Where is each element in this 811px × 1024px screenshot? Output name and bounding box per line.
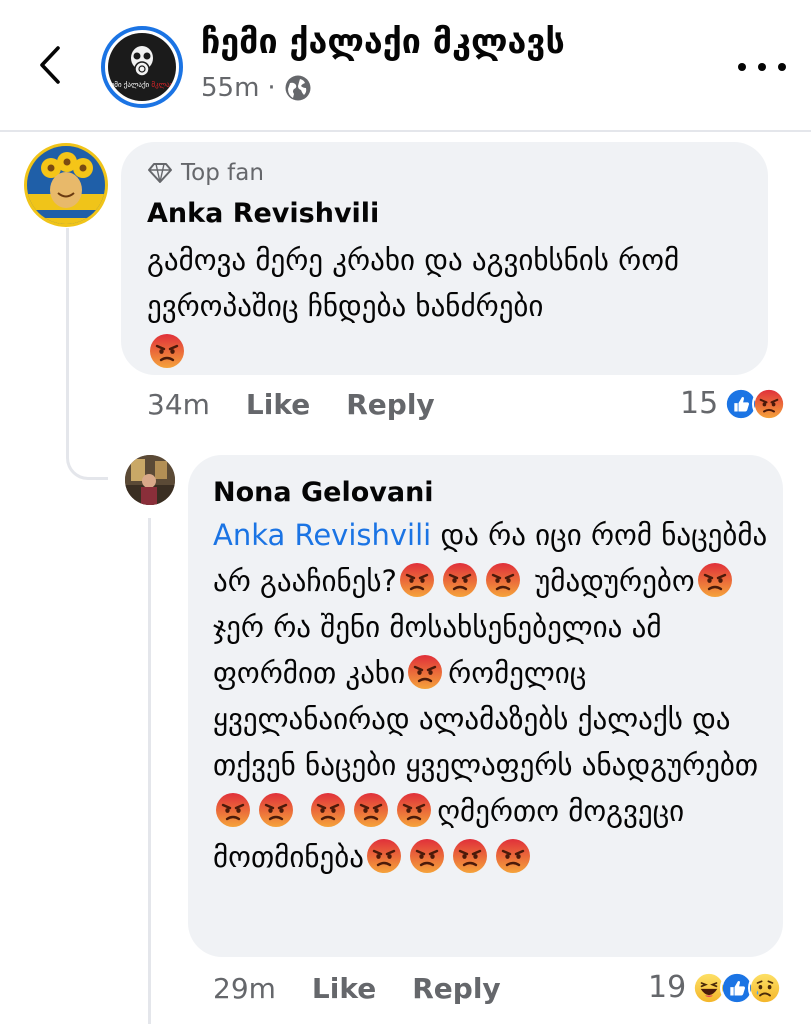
top-fan-badge: Top fan [147, 160, 264, 186]
comment-actions: 34m Like Reply [147, 388, 471, 421]
comment-time[interactable]: 34m [147, 388, 210, 421]
like-button[interactable]: Like [246, 388, 310, 421]
comment-author[interactable]: Anka Revishvili [147, 198, 379, 229]
angry-emoji-icon [396, 792, 432, 828]
commenter-avatar[interactable] [24, 143, 108, 227]
post-time[interactable]: 55m [201, 73, 259, 103]
meta-separator: · [267, 73, 276, 103]
avatar-photo [27, 146, 105, 224]
angry-reaction-icon [752, 386, 787, 421]
dot-icon [738, 63, 746, 71]
angry-emoji-icon [485, 562, 521, 598]
angry-emoji-icon [149, 333, 185, 369]
back-button[interactable] [30, 40, 70, 90]
angry-emoji-icon [310, 792, 346, 828]
angry-emoji-icon [258, 792, 294, 828]
like-button[interactable]: Like [312, 972, 376, 1005]
comment-body: გამოვა მერე კრახი და აგვიხსნის რომ ევროპ… [147, 243, 680, 323]
angry-emoji-icon [409, 838, 445, 874]
more-options-button[interactable] [738, 52, 786, 82]
badge-label: Top fan [181, 160, 264, 186]
mention-link[interactable]: Anka Revishvili [213, 518, 431, 552]
comment-text: Anka Revishvili და რა იცი რომ ნაცებმა არ… [213, 512, 773, 880]
gas-mask-icon [131, 46, 153, 77]
sad-reaction-icon [748, 970, 783, 1005]
commenter-avatar[interactable] [125, 455, 175, 505]
angry-emoji-icon [366, 838, 402, 874]
reply-button[interactable]: Reply [412, 972, 500, 1005]
thread-line [66, 228, 69, 458]
globe-icon [285, 75, 311, 101]
page-avatar[interactable]: ჩემი ქალაქი მკლავს [101, 26, 183, 108]
reaction-count: 15 [680, 386, 719, 421]
dot-icon [758, 63, 766, 71]
thread-line [148, 518, 151, 1024]
page-logo: ჩემი ქალაქი მკლავს [108, 33, 176, 101]
post-meta: 55m · [201, 73, 312, 103]
comment-time[interactable]: 29m [213, 972, 276, 1005]
angry-emoji-icon [495, 838, 531, 874]
page-logo-text: ჩემი ქალაქი მკლავს [108, 81, 176, 89]
reaction-summary[interactable]: 15 [680, 386, 787, 421]
angry-emoji-icon [442, 562, 478, 598]
comment-text-part: უმადურებო [535, 564, 695, 598]
angry-emoji-icon [697, 562, 733, 598]
reaction-summary[interactable]: 19 [648, 970, 783, 1005]
comment-actions: 29m Like Reply [213, 972, 537, 1005]
dot-icon [778, 63, 786, 71]
page-title[interactable]: ჩემი ქალაქი მკლავს [201, 22, 565, 62]
angry-emoji-icon [452, 838, 488, 874]
avatar-photo [125, 455, 175, 505]
comment-author[interactable]: Nona Gelovani [213, 477, 434, 508]
thread-reply-connector [66, 430, 108, 480]
chevron-left-icon [40, 46, 60, 84]
angry-emoji-icon [399, 562, 435, 598]
angry-emoji-icon [407, 654, 443, 690]
reply-button[interactable]: Reply [346, 388, 434, 421]
diamond-icon [148, 163, 172, 183]
angry-emoji-icon [353, 792, 389, 828]
post-header: ჩემი ქალაქი მკლავს ჩემი ქალაქი მკლავს 55… [0, 0, 811, 132]
reaction-count: 19 [648, 970, 687, 1005]
angry-emoji-icon [215, 792, 251, 828]
comment-text: გამოვა მერე კრახი და აგვიხსნის რომ ევროპ… [147, 237, 757, 375]
